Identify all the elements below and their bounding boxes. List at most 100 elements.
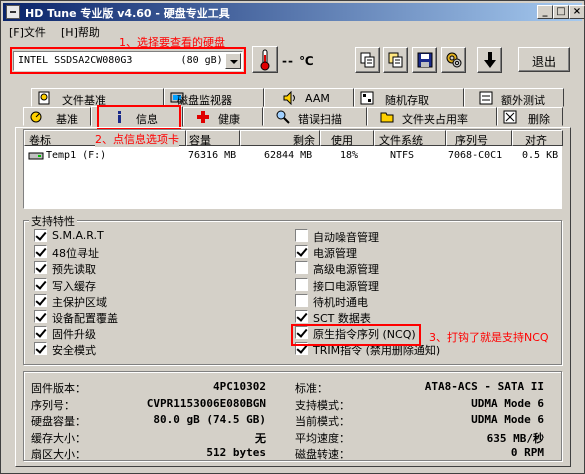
features-group-title: 支持特性 (29, 213, 77, 229)
col-header-text: 容量 (189, 134, 211, 147)
magnifier-icon (276, 110, 290, 124)
feature-checkbox[interactable] (295, 277, 308, 291)
tab-health-label: 健康 (218, 113, 240, 126)
tab-aam[interactable]: AAM (264, 88, 354, 107)
tab-benchmark[interactable]: 基准 (23, 107, 91, 126)
floppy-disk-icon (417, 52, 433, 68)
col-header-alignment[interactable]: 对齐 (512, 130, 563, 147)
col-header-text: 文件系统 (379, 134, 423, 147)
detail-label: 支持模式： (295, 398, 350, 412)
detail-value: 635 MB/秒 (486, 431, 544, 445)
temperature-button[interactable] (252, 46, 278, 73)
tab-random-access-label: 随机存取 (385, 94, 429, 107)
menu-file[interactable]: [F]文件 (9, 24, 46, 40)
detail-label: 磁盘转速： (295, 448, 350, 461)
random-access-icon (360, 91, 374, 105)
menu-help[interactable]: [H]帮助 (61, 24, 100, 40)
save-button[interactable] (412, 47, 437, 73)
col-header-text: 剩余 (293, 134, 315, 147)
detail-label: 硬盘容量： (31, 415, 86, 428)
detail-label: 固件版本： (31, 382, 86, 395)
tab-health[interactable]: 健康 (183, 107, 263, 126)
feature-label: 固件升级 (52, 328, 96, 342)
hdd-app-icon (6, 5, 20, 19)
feature-checkbox[interactable] (34, 342, 47, 356)
maximize-button[interactable]: □ (553, 5, 569, 19)
col-header-capacity[interactable]: 容量 (186, 130, 240, 147)
menu-bar: [F]文件 [H]帮助 (3, 22, 582, 39)
feature-checkbox[interactable] (295, 293, 308, 307)
col-header-serial[interactable]: 序列号 (446, 130, 512, 147)
feature-checkbox[interactable] (295, 229, 308, 242)
temperature-readout: -- ℃ (282, 54, 315, 68)
copy-all-icon (388, 52, 403, 68)
feature-checkbox[interactable] (34, 310, 47, 323)
detail-value: CVPR1153006E080BGN (146, 396, 266, 410)
tab-error-scan[interactable]: 错误扫描 (263, 107, 367, 126)
gears-icon (446, 52, 462, 68)
detail-value: 80.0 gB (74.5 GB) (153, 413, 266, 426)
file-benchmark-icon (38, 91, 50, 105)
col-header-text: 对齐 (525, 134, 547, 147)
detail-value: ATA8-ACS - SATA II (424, 380, 544, 393)
app-window: HD Tune 专业版 v4.60 - 硬盘专业工具 _ □ × [F]文件 [… (0, 0, 585, 474)
copy-button[interactable] (355, 47, 380, 73)
feature-label: 自动噪音管理 (313, 231, 379, 244)
tab-folder-usage[interactable]: 文件夹占用率 (367, 107, 497, 126)
col-header-text: 卷标 (29, 134, 51, 147)
drive-icon (28, 152, 44, 160)
download-button[interactable] (477, 47, 502, 73)
close-button[interactable]: × (569, 5, 585, 19)
cell-volume-label: Temp1 (F:) (46, 150, 107, 161)
annotation-box-ncq (291, 324, 421, 346)
detail-label: 缓存大小： (31, 431, 86, 445)
detail-value: 512 bytes (206, 446, 266, 459)
options-button[interactable] (441, 47, 466, 73)
exit-button[interactable]: 退出 (518, 47, 570, 72)
detail-label: 平均速度： (295, 431, 350, 445)
feature-checkbox[interactable] (34, 261, 47, 275)
tab-random-access[interactable]: 随机存取 (354, 88, 464, 107)
feature-checkbox[interactable] (34, 293, 47, 307)
feature-checkbox[interactable] (295, 310, 308, 323)
col-header-free[interactable]: 剩余 (240, 130, 320, 147)
feature-label: 高级电源管理 (313, 263, 379, 277)
tab-extra-tests[interactable]: 额外测试 (464, 88, 564, 107)
device-select-value: INTEL SSDSA2CW080G3 (80 gB) (18, 55, 223, 66)
feature-label: 设备配置覆盖 (52, 312, 118, 325)
feature-checkbox[interactable] (34, 277, 47, 291)
tab-delete[interactable]: 删除 (497, 107, 563, 126)
feature-label: 写入缓存 (52, 279, 96, 293)
device-select[interactable]: INTEL SSDSA2CW080G3 (80 gB) (13, 51, 243, 71)
cell-capacity: 76316 MB (188, 150, 237, 161)
feature-label: 待机时通电 (313, 295, 368, 309)
feature-label: 48位寻址 (52, 247, 99, 261)
feature-checkbox[interactable] (34, 245, 47, 259)
copy-all-button[interactable] (383, 47, 408, 73)
title-bar[interactable]: HD Tune 专业版 v4.60 - 硬盘专业工具 _ □ × (3, 3, 585, 21)
detail-value: UDMA Mode 6 (471, 396, 544, 410)
detail-label: 扇区大小： (31, 448, 86, 461)
health-cross-icon (197, 111, 209, 123)
cell-used: 18% (340, 150, 359, 161)
col-header-filesystem[interactable]: 文件系统 (374, 130, 446, 147)
feature-checkbox[interactable] (34, 326, 47, 340)
annotation-box-info-tab (97, 105, 181, 129)
feature-checkbox[interactable] (34, 229, 47, 242)
feature-checkbox[interactable] (295, 261, 308, 275)
feature-label: 预先读取 (52, 263, 96, 277)
tab-disk-monitor-label: 磁盘监视器 (177, 94, 232, 107)
feature-label: 接口电源管理 (313, 279, 379, 293)
detail-value: UDMA Mode 6 (471, 413, 544, 426)
minimize-button[interactable]: _ (537, 5, 553, 19)
col-header-used[interactable]: 使用 (320, 130, 374, 147)
detail-label: 当前模式： (295, 415, 350, 428)
tab-folder-usage-label: 文件夹占用率 (402, 113, 468, 126)
detail-value: 0 RPM (510, 446, 544, 459)
speaker-icon (283, 91, 295, 105)
feature-label: 主保护区域 (52, 295, 107, 309)
chevron-down-icon[interactable] (225, 53, 241, 69)
feature-checkbox[interactable] (295, 245, 308, 259)
detail-label: 标准： (295, 382, 328, 395)
cell-alignment: 0.5 KB (522, 150, 559, 161)
